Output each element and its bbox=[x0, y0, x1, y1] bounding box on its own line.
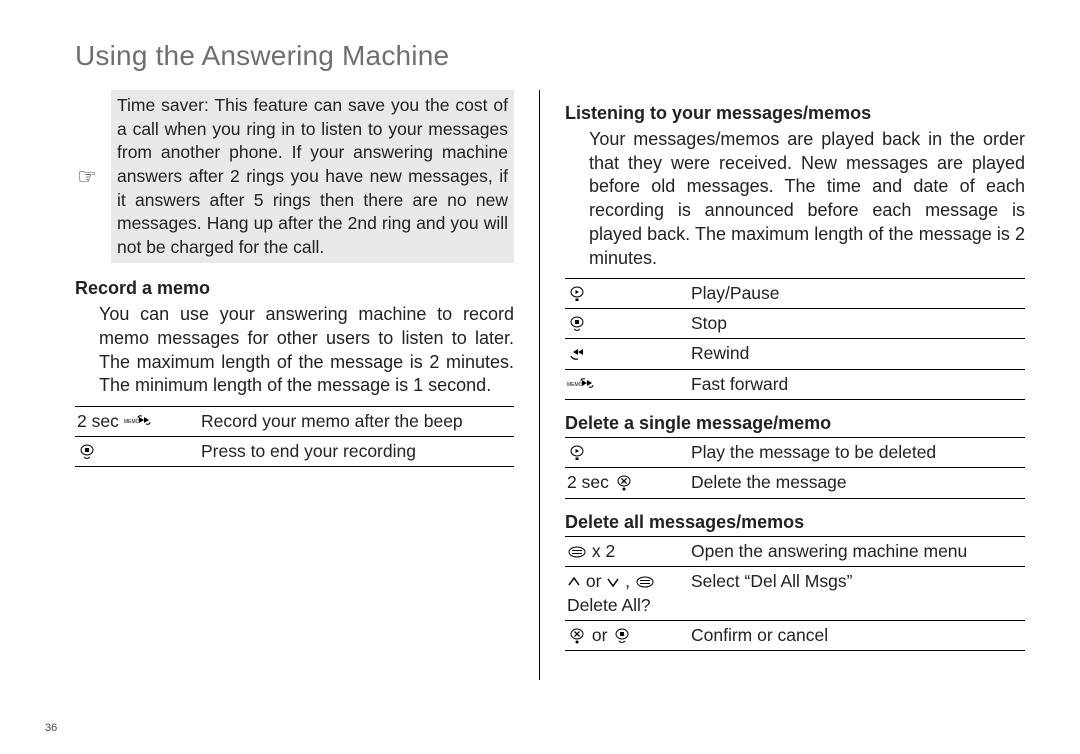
cell-right: Delete the message bbox=[689, 468, 1025, 498]
del-all-table: x 2 Open the answering machine menu or ,… bbox=[565, 536, 1025, 650]
time-saver-row: ☞ Time saver: This feature can save you … bbox=[75, 90, 514, 263]
del-single-table: Play the message to be deleted 2 sec Del… bbox=[565, 437, 1025, 498]
listening-table: Play/Pause Stop Rewind MEMO Fast forward bbox=[565, 278, 1025, 399]
cell-left bbox=[75, 437, 199, 467]
table-row: Rewind bbox=[565, 339, 1025, 369]
stop-icon bbox=[612, 628, 632, 644]
manual-page: Using the Answering Machine ☞ Time saver… bbox=[0, 0, 1080, 754]
content-columns: ☞ Time saver: This feature can save you … bbox=[45, 90, 1035, 680]
or-text: or bbox=[587, 625, 612, 645]
table-row: Play/Pause bbox=[565, 279, 1025, 309]
svg-text:MEMO: MEMO bbox=[124, 419, 140, 425]
memo-fwd-icon: MEMO bbox=[124, 414, 152, 430]
cell-left: 2 sec MEMO bbox=[75, 407, 199, 437]
repeat-text: x 2 bbox=[587, 541, 615, 561]
menu-icon bbox=[567, 544, 587, 560]
page-number: 36 bbox=[45, 722, 57, 734]
record-memo-table: 2 sec MEMO Record your memo after the be… bbox=[75, 406, 514, 467]
table-row: x 2 Open the answering machine menu bbox=[565, 537, 1025, 567]
time-saver-box: Time saver: This feature can save you th… bbox=[111, 90, 514, 263]
record-memo-heading: Record a memo bbox=[75, 277, 514, 301]
cell-right: Open the answering machine menu bbox=[689, 537, 1025, 567]
cell-right: Play the message to be deleted bbox=[689, 438, 1025, 468]
right-column: Listening to your messages/memos Your me… bbox=[540, 90, 1035, 680]
table-row: Press to end your recording bbox=[75, 437, 514, 467]
table-row: Stop bbox=[565, 309, 1025, 339]
rewind-icon bbox=[567, 346, 587, 362]
comma-text: , bbox=[620, 571, 635, 591]
left-column: ☞ Time saver: This feature can save you … bbox=[45, 90, 540, 680]
cell-right: Confirm or cancel bbox=[689, 620, 1025, 650]
table-row: 2 sec Delete the message bbox=[565, 468, 1025, 498]
table-row: or Confirm or cancel bbox=[565, 620, 1025, 650]
cell-right: Press to end your recording bbox=[199, 437, 514, 467]
cell-right: Fast forward bbox=[689, 369, 1025, 399]
table-row: or , Delete All? Select “Del All Msgs” bbox=[565, 567, 1025, 620]
delete-icon bbox=[567, 628, 587, 644]
table-row: 2 sec MEMO Record your memo after the be… bbox=[75, 407, 514, 437]
del-all-heading: Delete all messages/memos bbox=[565, 511, 1025, 535]
up-icon bbox=[567, 574, 581, 590]
time-saver-label: Time saver: bbox=[117, 95, 209, 115]
del-single-heading: Delete a single message/memo bbox=[565, 412, 1025, 436]
or-text: or bbox=[581, 571, 606, 591]
cell-right: Play/Pause bbox=[689, 279, 1025, 309]
record-memo-para: You can use your answering machine to re… bbox=[99, 303, 514, 398]
cell-right: Select “Del All Msgs” bbox=[689, 567, 1025, 620]
play-icon bbox=[567, 286, 587, 302]
page-title: Using the Answering Machine bbox=[75, 40, 1035, 72]
stop-icon bbox=[567, 316, 587, 332]
pointing-hand-icon: ☞ bbox=[75, 162, 99, 191]
listening-heading: Listening to your messages/memos bbox=[565, 102, 1025, 126]
memo-fwd-icon: MEMO bbox=[567, 377, 595, 393]
down-icon bbox=[606, 574, 620, 590]
cell-right: Stop bbox=[689, 309, 1025, 339]
cell-right: Rewind bbox=[689, 339, 1025, 369]
table-row: Play the message to be deleted bbox=[565, 438, 1025, 468]
cell-right: Record your memo after the beep bbox=[199, 407, 514, 437]
time-saver-text: This feature can save you the cost of a … bbox=[117, 95, 508, 257]
duration-text: 2 sec bbox=[567, 472, 614, 492]
table-row: MEMO Fast forward bbox=[565, 369, 1025, 399]
play-icon bbox=[567, 445, 587, 461]
svg-text:MEMO: MEMO bbox=[567, 382, 583, 388]
stop-icon bbox=[77, 444, 97, 460]
duration-text: 2 sec bbox=[77, 411, 124, 431]
menu-icon bbox=[635, 574, 655, 590]
listening-para: Your messages/memos are played back in t… bbox=[589, 128, 1025, 271]
delete-icon bbox=[614, 475, 634, 491]
prompt-text: Delete All? bbox=[567, 594, 687, 617]
